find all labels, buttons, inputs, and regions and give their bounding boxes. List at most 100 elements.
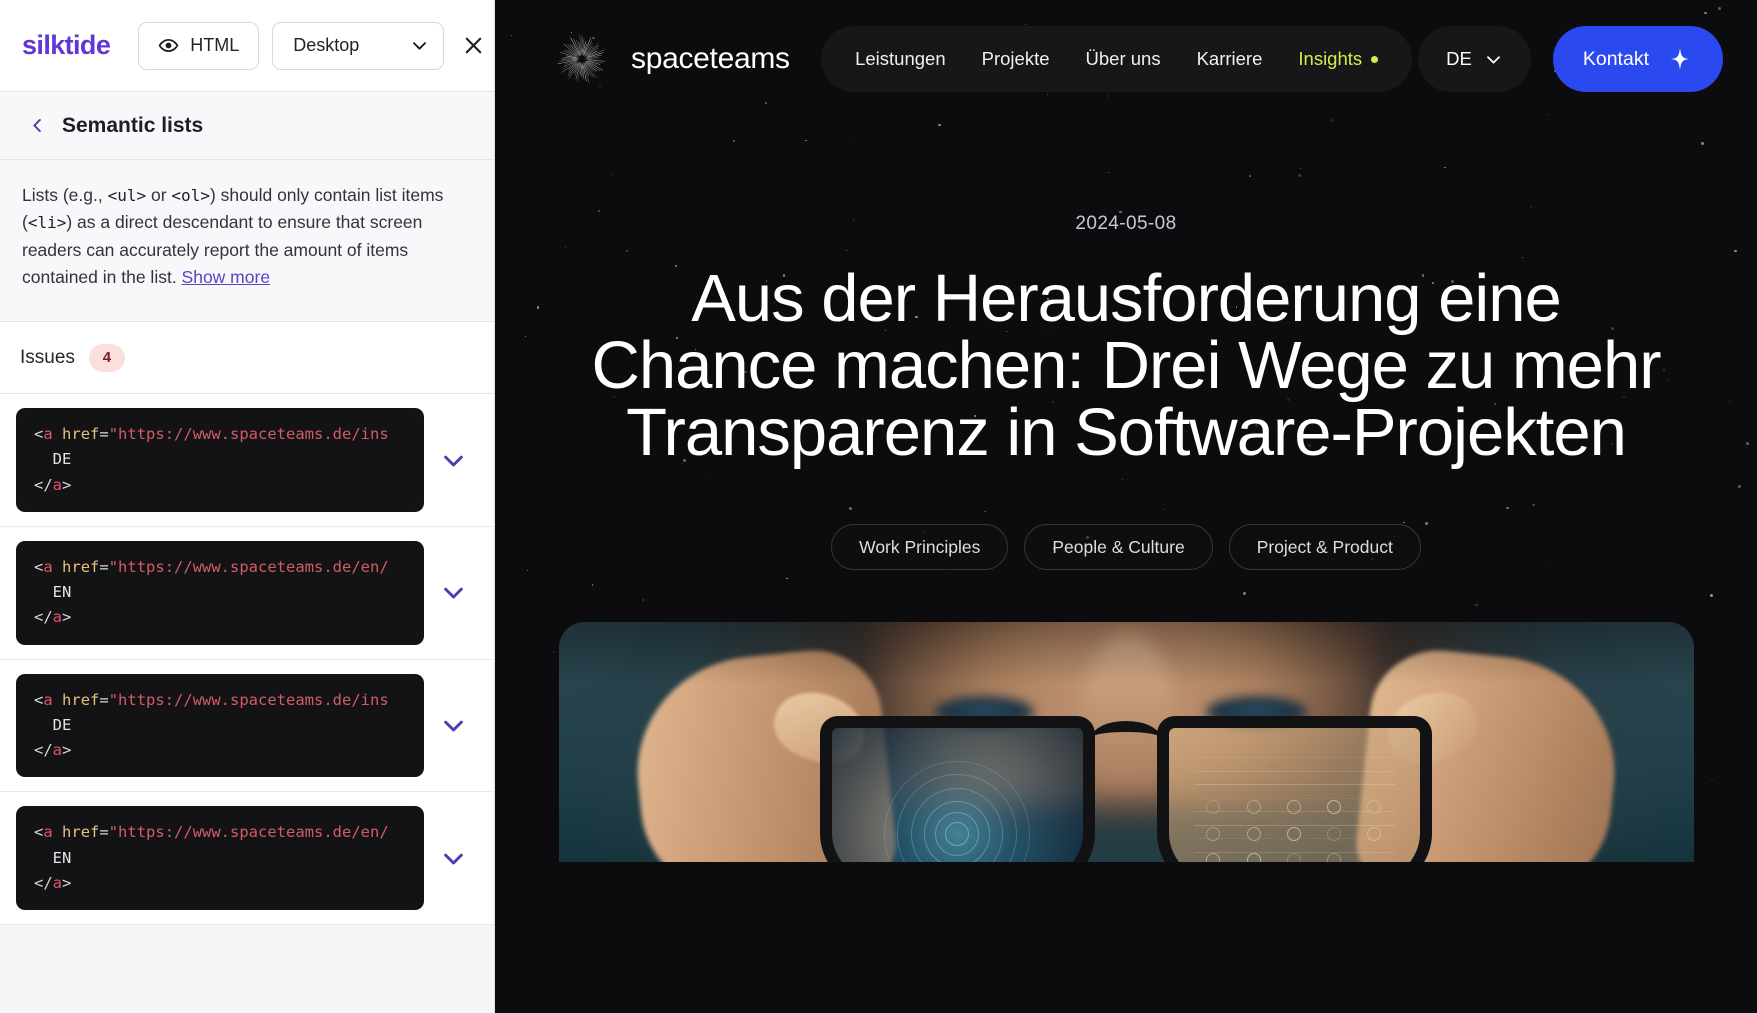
code-punc: < — [34, 557, 44, 576]
expand-issue-button[interactable] — [424, 702, 482, 750]
rule-description-text: Lists (e.g., <ul> or <ol>) should only c… — [22, 182, 472, 291]
code-string: "https://www.spaceteams.de/ins — [108, 690, 389, 709]
tag-work-principles[interactable]: Work Principles — [831, 524, 1009, 570]
code-attr: href — [62, 823, 100, 842]
nav-item-projekte[interactable]: Projekte — [982, 48, 1050, 70]
back-button[interactable] — [20, 109, 54, 143]
article-hero-image — [558, 622, 1694, 862]
code-punc: < — [34, 823, 44, 842]
active-dot-icon — [1371, 55, 1379, 63]
language-selector[interactable]: DE — [1418, 26, 1531, 92]
code-punc: < — [34, 690, 44, 709]
tag-project-product[interactable]: Project & Product — [1228, 524, 1421, 570]
article-title: Aus der Herausforderung eine Chance mach… — [591, 261, 1661, 470]
code-eq: = — [99, 690, 109, 709]
contact-button[interactable]: Kontakt — [1552, 26, 1723, 92]
nav-item-insights-label: Insights — [1298, 48, 1363, 69]
nav-links: Leistungen Projekte Über uns Karriere In… — [821, 26, 1413, 92]
issue-row[interactable]: <a href="https://www.spaceteams.de/ins D… — [0, 659, 494, 793]
html-view-button[interactable]: HTML — [138, 21, 260, 70]
code-li: <li> — [27, 213, 67, 233]
nav-item-leistungen[interactable]: Leistungen — [855, 48, 946, 70]
device-select-label: Desktop — [293, 35, 360, 55]
issue-row[interactable]: <a href="https://www.spaceteams.de/ins D… — [0, 394, 494, 527]
close-icon — [465, 37, 482, 54]
chevron-down-icon — [443, 720, 463, 732]
code-attr: href — [62, 690, 100, 709]
issue-row[interactable]: <a href="https://www.spaceteams.de/en/ E… — [0, 792, 494, 926]
code-eq: = — [99, 823, 109, 842]
code-close-tag: a — [52, 873, 63, 892]
code-string: "https://www.spaceteams.de/en/ — [108, 557, 389, 576]
code-punc: < — [34, 425, 44, 444]
code-string: "https://www.spaceteams.de/ins — [108, 425, 389, 444]
hero-section: 2024-05-08 Aus der Herausforderung eine … — [495, 118, 1757, 862]
silktide-logo: silktide — [22, 30, 111, 60]
sparkle-icon — [1668, 47, 1692, 71]
rule-description: Lists (e.g., <ul> or <ol>) should only c… — [0, 160, 494, 323]
code-eq: = — [99, 425, 109, 444]
app-root: silktide HTML Desktop Semantic lists Lis… — [0, 0, 1757, 1013]
code-close-gt: > — [62, 475, 72, 494]
code-attr: href — [62, 425, 100, 444]
tag-people-culture[interactable]: People & Culture — [1024, 524, 1213, 570]
code-attr: href — [62, 557, 100, 576]
issue-row[interactable]: <a href="https://www.spaceteams.de/en/ E… — [0, 526, 494, 660]
code-close-gt: > — [62, 741, 72, 760]
eye-icon — [158, 35, 179, 56]
issue-code-snippet: <a href="https://www.spaceteams.de/en/ E… — [16, 540, 424, 645]
issues-header: Issues 4 — [0, 322, 494, 395]
code-ol: <ol> — [171, 186, 210, 205]
expand-issue-button[interactable] — [424, 834, 482, 882]
code-tag: a — [43, 557, 53, 576]
nav-item-ueber-uns[interactable]: Über uns — [1086, 48, 1161, 70]
code-tag: a — [43, 823, 53, 842]
expand-issue-button[interactable] — [424, 436, 482, 484]
chevron-down-icon — [410, 36, 429, 55]
issue-code-snippet: <a href="https://www.spaceteams.de/en/ E… — [16, 806, 424, 911]
code-close-tag: a — [52, 608, 63, 627]
article-date: 2024-05-08 — [1075, 213, 1177, 234]
code-close-gt: > — [62, 873, 72, 892]
code-close-punc: </ — [34, 741, 53, 760]
code-close-tag: a — [52, 741, 63, 760]
language-selector-label: DE — [1446, 48, 1472, 69]
code-close-punc: </ — [34, 873, 53, 892]
code-close-punc: </ — [34, 475, 53, 494]
nav-item-karriere[interactable]: Karriere — [1197, 48, 1263, 70]
chevron-down-icon — [443, 587, 463, 599]
desc-part-2: or — [146, 185, 172, 205]
code-text: EN — [52, 848, 72, 867]
silktide-sidebar: silktide HTML Desktop Semantic lists Lis… — [0, 0, 495, 1013]
panel-header: Semantic lists — [0, 92, 494, 160]
contact-button-label: Kontakt — [1582, 47, 1649, 70]
close-panel-button[interactable] — [462, 26, 485, 66]
code-tag: a — [43, 690, 53, 709]
show-more-link[interactable]: Show more — [182, 267, 271, 287]
code-ul: <ul> — [107, 186, 147, 205]
chevron-down-icon — [1486, 55, 1500, 64]
page-title: Semantic lists — [62, 113, 204, 137]
site-logo[interactable]: spaceteams — [555, 32, 790, 86]
image-top-shade — [558, 622, 1694, 862]
desc-part-1: Lists (e.g., — [22, 185, 108, 205]
chevron-left-icon — [32, 119, 41, 132]
code-text: EN — [52, 583, 72, 602]
article-tags: Work Principles People & Culture Project… — [555, 524, 1697, 570]
device-select[interactable]: Desktop — [272, 21, 445, 70]
html-view-label: HTML — [190, 35, 240, 55]
hero-image-illustration — [558, 622, 1694, 862]
issue-code-snippet: <a href="https://www.spaceteams.de/ins D… — [16, 408, 424, 512]
code-text: DE — [52, 715, 72, 734]
site-preview: spaceteams Leistungen Projekte Über uns … — [495, 0, 1757, 1013]
sidebar-footer — [0, 925, 494, 1013]
issues-count-badge: 4 — [88, 343, 125, 372]
expand-issue-button[interactable] — [424, 569, 482, 617]
nav-item-insights[interactable]: Insights — [1298, 48, 1379, 70]
code-tag: a — [43, 425, 53, 444]
starburst-logo-icon — [555, 32, 609, 86]
site-navbar: spaceteams Leistungen Projekte Über uns … — [495, 0, 1757, 118]
code-close-tag: a — [52, 475, 63, 494]
chevron-down-icon — [443, 455, 463, 467]
code-close-gt: > — [62, 608, 72, 627]
